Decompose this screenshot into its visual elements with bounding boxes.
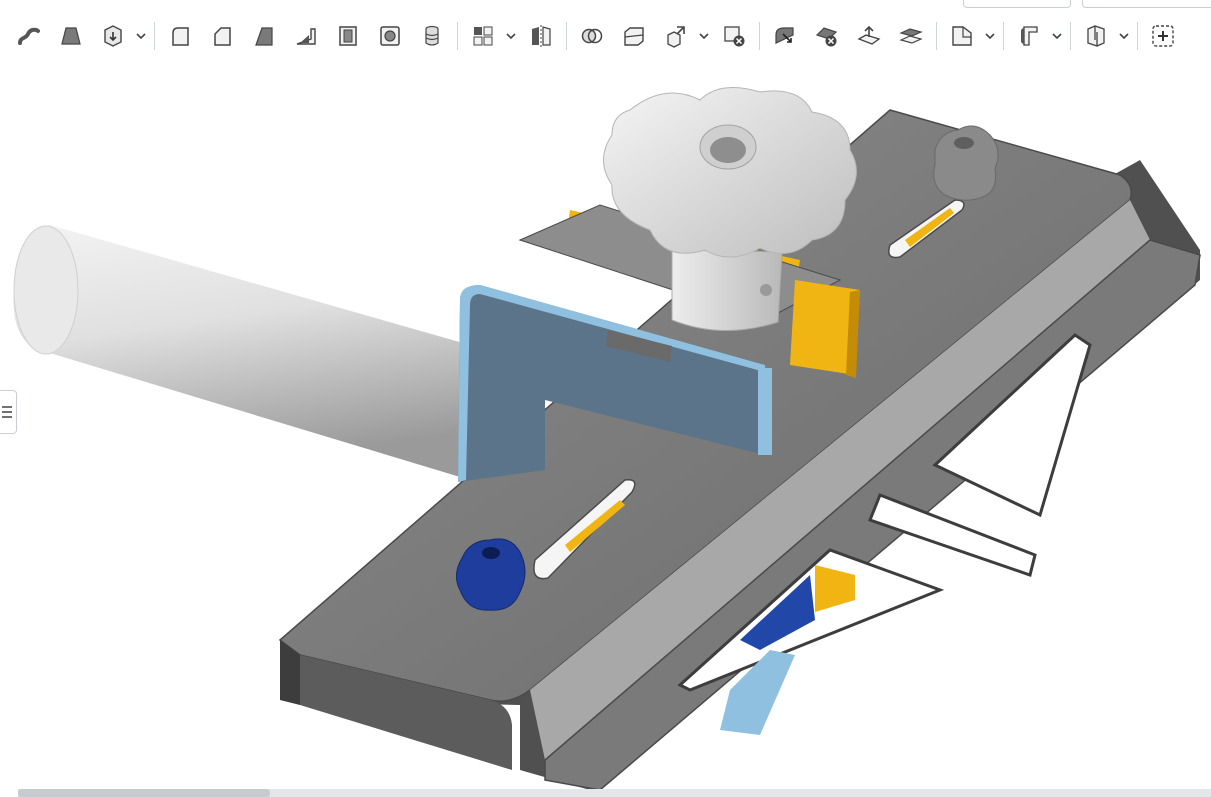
transform-icon — [667, 26, 685, 48]
sheet-metal-dropdown[interactable] — [1050, 18, 1064, 54]
toolbar-separator — [566, 22, 567, 50]
toolbar-separator — [1137, 22, 1138, 50]
thread-icon — [425, 25, 439, 46]
shell-button[interactable] — [331, 18, 365, 54]
small-knob-blue[interactable] — [456, 538, 526, 611]
add-custom-feature-icon — [1152, 25, 1174, 47]
rib-button[interactable] — [289, 18, 323, 54]
small-knob-grey[interactable] — [933, 125, 999, 201]
draft-button[interactable] — [247, 18, 281, 54]
plane-button[interactable] — [945, 18, 979, 54]
delete-part-button[interactable] — [717, 18, 751, 54]
fillet-button[interactable] — [163, 18, 197, 54]
modify-fillet-icon — [775, 27, 794, 44]
delete-part-icon — [724, 26, 745, 47]
chevron-down-icon — [136, 33, 146, 40]
toolbar-separator — [1070, 22, 1071, 50]
shell-icon — [339, 26, 357, 46]
fillet-icon — [172, 27, 189, 46]
split-icon — [624, 27, 644, 46]
sweep-icon — [18, 27, 40, 45]
chevron-down-icon — [699, 33, 709, 40]
chamfer-button[interactable] — [205, 18, 239, 54]
thicken-button[interactable] — [96, 18, 130, 54]
toolbar-separator — [457, 22, 458, 50]
side-panel-toggle[interactable] — [0, 390, 17, 434]
chevron-down-icon — [1119, 33, 1129, 40]
chamfer-icon — [214, 27, 231, 46]
plane-icon — [952, 26, 972, 46]
move-face-button[interactable] — [852, 18, 886, 54]
frame-button[interactable] — [1079, 18, 1113, 54]
transform-button[interactable] — [659, 18, 693, 54]
model-viewport[interactable] — [0, 62, 1211, 791]
chevron-down-icon — [506, 33, 516, 40]
horizontal-scrollbar[interactable] — [18, 789, 1211, 797]
delete-face-button[interactable] — [810, 18, 844, 54]
loft-icon — [61, 27, 81, 45]
rib-icon — [296, 28, 316, 45]
move-face-icon — [857, 25, 881, 45]
list-icon — [2, 406, 12, 418]
3d-model — [13, 87, 1201, 791]
scrollbar-thumb[interactable] — [18, 789, 270, 797]
linear-pattern-button[interactable] — [466, 18, 500, 54]
mirror-icon — [532, 25, 551, 47]
toolbar-separator — [1003, 22, 1004, 50]
modify-fillet-button[interactable] — [768, 18, 802, 54]
split-button[interactable] — [617, 18, 651, 54]
replace-face-button[interactable] — [894, 18, 928, 54]
frame-icon — [1087, 25, 1105, 47]
top-control-left[interactable] — [963, 0, 1071, 8]
frame-dropdown[interactable] — [1117, 18, 1131, 54]
loft-button[interactable] — [54, 18, 88, 54]
mirror-button[interactable] — [524, 18, 558, 54]
shaft — [13, 225, 470, 480]
thicken-dropdown[interactable] — [134, 18, 148, 54]
top-strip — [0, 0, 1211, 10]
feature-toolbar — [0, 14, 1211, 58]
add-custom-feature-button[interactable] — [1146, 18, 1180, 54]
toolbar-separator — [154, 22, 155, 50]
thicken-icon — [104, 25, 122, 47]
hole-button[interactable] — [373, 18, 407, 54]
hole-icon — [380, 26, 400, 46]
thread-button[interactable] — [415, 18, 449, 54]
pattern-dropdown[interactable] — [504, 18, 518, 54]
toolbar-separator — [759, 22, 760, 50]
chevron-down-icon — [1052, 33, 1062, 40]
toolbar-separator — [936, 22, 937, 50]
plane-dropdown[interactable] — [983, 18, 997, 54]
linear-pattern-icon — [473, 26, 493, 46]
sheet-metal-icon — [1021, 26, 1038, 46]
boolean-button[interactable] — [575, 18, 609, 54]
chevron-down-icon — [985, 33, 995, 40]
delete-face-icon — [815, 27, 838, 47]
top-control-right[interactable] — [1082, 0, 1211, 8]
sheet-metal-button[interactable] — [1012, 18, 1046, 54]
replace-face-icon — [899, 28, 923, 44]
boolean-icon — [581, 28, 603, 44]
sweep-button[interactable] — [12, 18, 46, 54]
transform-dropdown[interactable] — [697, 18, 711, 54]
draft-icon — [255, 27, 273, 46]
